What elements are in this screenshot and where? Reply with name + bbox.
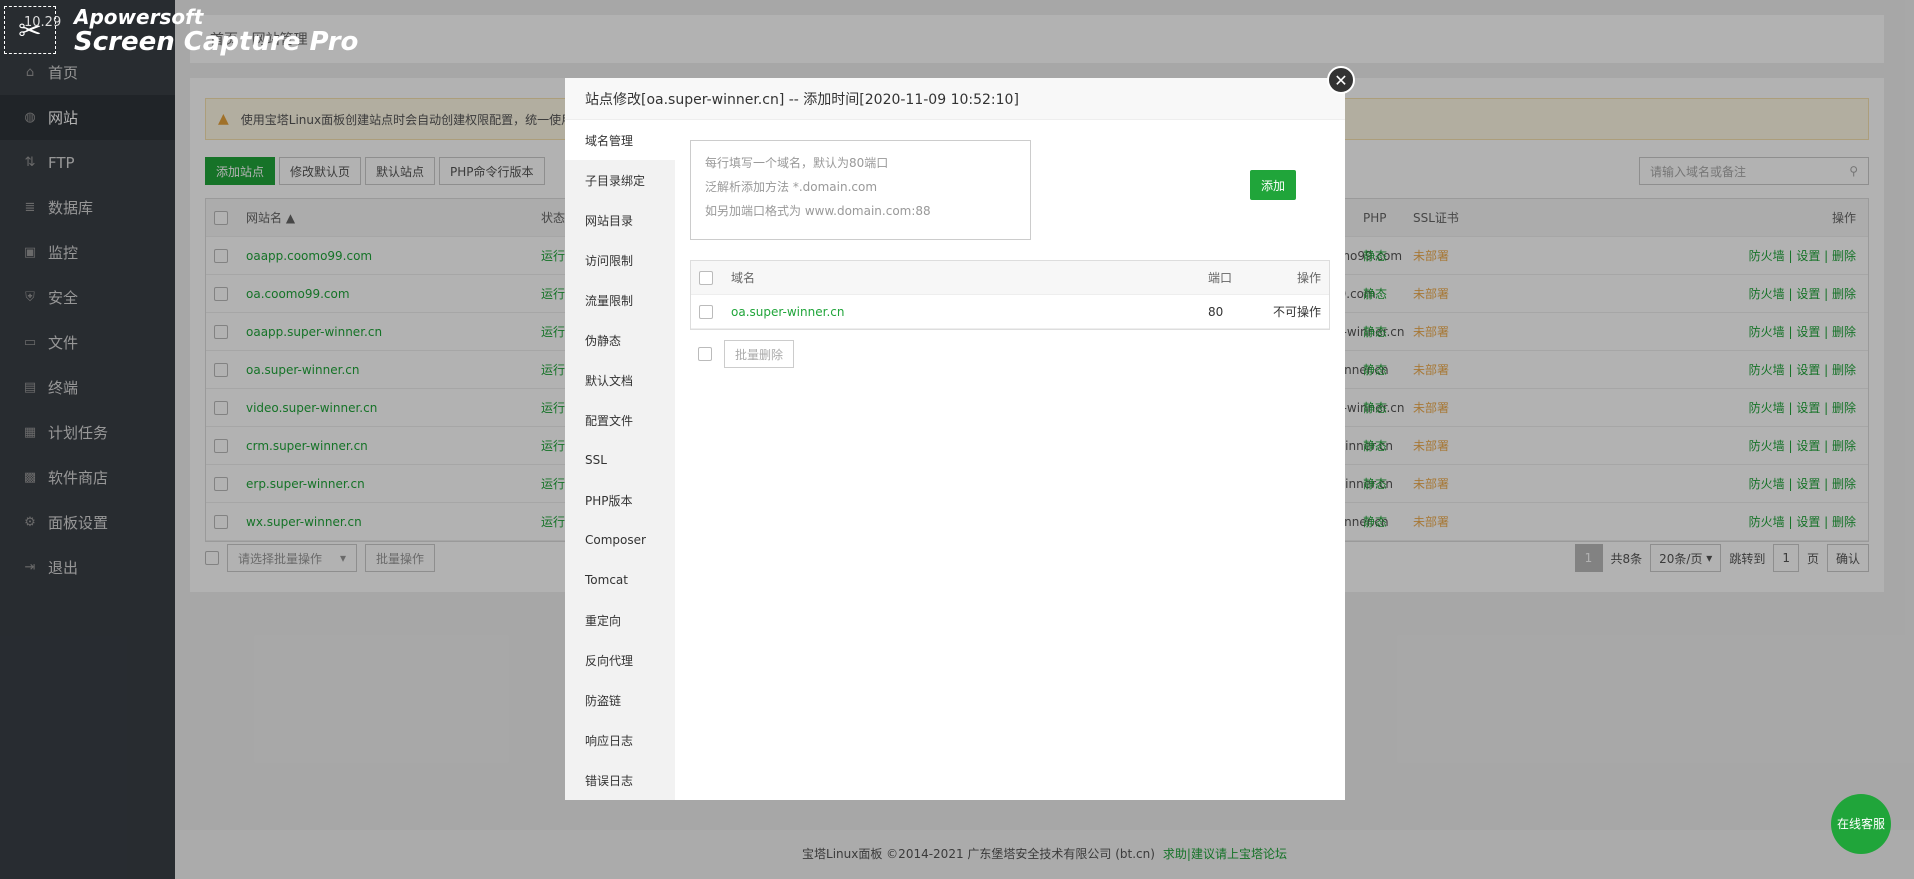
modal-menu-item[interactable]: 反向代理: [565, 640, 675, 680]
domain-table: 域名 端口 操作 oa.super-winner.cn 80 不可操作: [690, 260, 1330, 330]
domain-textarea[interactable]: 每行填写一个域名，默认为80端口 泛解析添加方法 *.domain.com 如另…: [690, 140, 1031, 240]
batch-checkbox[interactable]: [698, 347, 712, 361]
domain-header-port: 端口: [1208, 271, 1233, 285]
domain-header-op: 操作: [1296, 271, 1321, 285]
modal-menu-item[interactable]: Composer: [565, 520, 675, 560]
domain-header-name: 域名: [731, 271, 756, 285]
modal-menu-item[interactable]: 防盗链: [565, 680, 675, 720]
domain-op: 不可操作: [1272, 305, 1321, 319]
modal-menu-item[interactable]: 错误日志: [565, 760, 675, 800]
modal-menu: 域名管理 子目录绑定 网站目录 访问限制 流量限制 伪静态 默认文档 配置文件 SSL PHP版本…: [565, 120, 675, 800]
modal-menu-item[interactable]: PHP版本: [565, 480, 675, 520]
ip-text: 10.29: [24, 15, 62, 30]
modal-menu-item[interactable]: 子目录绑定: [565, 160, 675, 200]
watermark-line2: Screen Capture Pro: [74, 27, 359, 57]
modal-menu-item[interactable]: 响应日志: [565, 720, 675, 760]
watermark: ✂ 10.29 Apowersoft Screen Capture Pro: [4, 6, 358, 56]
textarea-hint-1: 每行填写一个域名，默认为80端口: [705, 156, 889, 170]
domain-name[interactable]: oa.super-winner.cn: [731, 305, 844, 319]
modal-menu-item[interactable]: 域名管理: [565, 120, 675, 160]
online-support-button[interactable]: 在线客服: [1831, 794, 1891, 854]
modal-menu-item[interactable]: 伪静态: [565, 320, 675, 360]
modal-menu-item[interactable]: 流量限制: [565, 280, 675, 320]
domain-row-checkbox[interactable]: [699, 304, 713, 319]
site-edit-modal: 站点修改[oa.super-winner.cn] -- 添加时间[2020-11…: [565, 78, 1345, 800]
modal-menu-item[interactable]: 配置文件: [565, 400, 675, 440]
modal-menu-item[interactable]: 重定向: [565, 600, 675, 640]
watermark-line1: Apowersoft: [74, 5, 204, 29]
domain-select-all-checkbox[interactable]: [699, 270, 713, 285]
modal-title: 站点修改[oa.super-winner.cn] -- 添加时间[2020-11…: [565, 78, 1345, 120]
domain-batch-bar: 批量删除: [698, 340, 795, 368]
domain-port: 80: [1208, 304, 1224, 319]
batch-delete-button[interactable]: 批量删除: [724, 340, 795, 368]
domain-table-header: 域名 端口 操作: [691, 261, 1329, 295]
add-domain-button[interactable]: 添加: [1250, 170, 1296, 200]
textarea-hint-3: 如另加端口格式为 www.domain.com:88: [705, 204, 931, 218]
modal-menu-item[interactable]: 默认文档: [565, 360, 675, 400]
close-icon[interactable]: ✕: [1327, 66, 1355, 94]
modal-menu-item[interactable]: SSL: [565, 440, 675, 480]
domain-row: oa.super-winner.cn 80 不可操作: [691, 295, 1329, 329]
modal-menu-item[interactable]: Tomcat: [565, 560, 675, 600]
scissors-icon: ✂: [4, 6, 56, 54]
textarea-hint-2: 泛解析添加方法 *.domain.com: [705, 180, 878, 194]
modal-menu-item[interactable]: 网站目录: [565, 200, 675, 240]
modal-menu-item[interactable]: 访问限制: [565, 240, 675, 280]
